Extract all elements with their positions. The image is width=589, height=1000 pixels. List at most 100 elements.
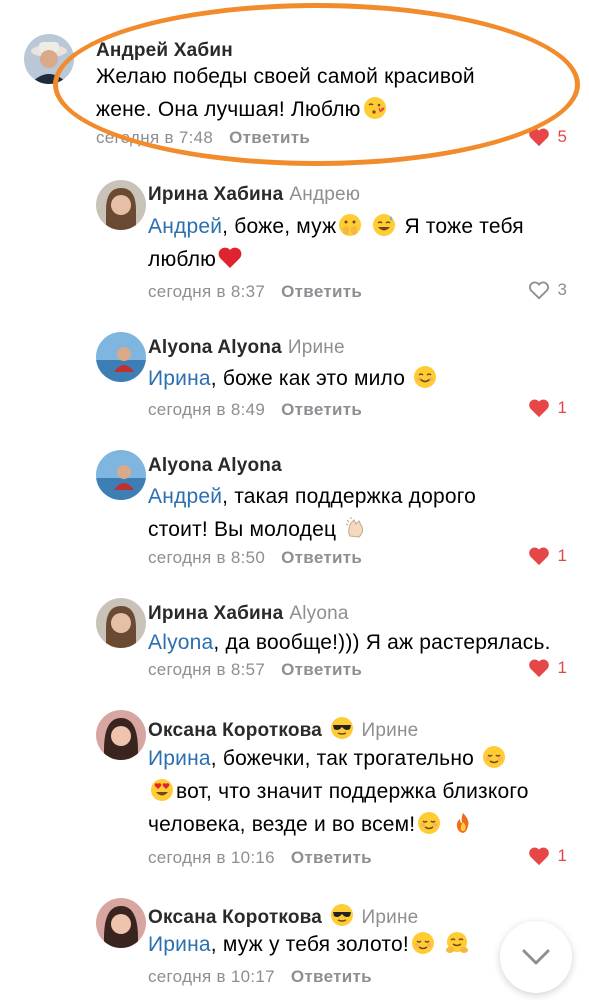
comment-author[interactable]: Андрей Хабин — [96, 40, 233, 62]
sunglasses-emoji-icon — [330, 903, 354, 927]
comment-text-part: вот, что значит поддержка близкого — [176, 780, 529, 803]
like-count: 5 — [557, 127, 567, 146]
comment-text-line: жене. Она лучшая! Люблю — [96, 98, 361, 121]
comment-author: Оксана Короткова Ирине — [148, 903, 418, 929]
avatar[interactable] — [24, 34, 74, 84]
avatar[interactable] — [96, 180, 146, 230]
sweat-smile-emoji-icon — [372, 213, 396, 237]
comment-author: Ирина Хабина Alyona — [148, 603, 349, 625]
comment-text: Ирина, муж у тебя золото! — [148, 928, 508, 961]
comment-time: сегодня в 8:49 — [148, 400, 266, 419]
comment-text: Андрей, такая поддержка дорого стоит! Вы… — [148, 480, 568, 546]
author-name[interactable]: Оксана Короткова — [148, 720, 322, 741]
heart-icon — [528, 547, 549, 566]
comment-time: сегодня в 10:16 — [148, 848, 275, 867]
comment-text-part: , божечки, так трогательно — [210, 747, 474, 770]
comment-meta: сегодня в 8:57 Ответить — [148, 660, 362, 680]
heart-icon — [528, 399, 549, 418]
reply-button[interactable]: Ответить — [281, 548, 362, 567]
mention-link[interactable]: Ирина — [148, 747, 211, 770]
reply-button[interactable]: Ответить — [291, 967, 372, 986]
reply-to[interactable]: Андрею — [289, 184, 360, 205]
comment-meta: сегодня в 10:17 Ответить — [148, 967, 372, 987]
like-count: 3 — [557, 280, 567, 299]
comment-text-part: , муж у тебя золото! — [210, 933, 409, 956]
avatar-alyona — [96, 332, 146, 382]
author-name[interactable]: Ирина Хабина — [148, 603, 283, 624]
author-name[interactable]: Alyona Alyona — [148, 455, 282, 476]
mention-link[interactable]: Андрей — [148, 215, 222, 238]
comment-text: Alyona, да вообще!))) Я аж растерялась. — [148, 626, 578, 659]
fire-emoji-icon — [451, 811, 475, 835]
reply-to[interactable]: Ирине — [288, 337, 345, 358]
reply-button[interactable]: Ответить — [281, 400, 362, 419]
like-button[interactable]: 5 — [528, 127, 567, 147]
mention-link[interactable]: Ирина — [148, 933, 211, 956]
hands-over-mouth-emoji-icon — [338, 213, 362, 237]
comment-text-part: , боже как это мило — [210, 367, 406, 390]
reply-to[interactable]: Ирине — [362, 720, 419, 741]
heart-icon — [528, 659, 549, 678]
mention-link[interactable]: Alyona — [148, 631, 213, 654]
like-button[interactable]: 3 — [528, 280, 567, 300]
avatar-alyona — [96, 450, 146, 500]
reply-to[interactable]: Alyona — [289, 603, 348, 624]
comment-meta: сегодня в 10:16 Ответить — [148, 848, 372, 868]
comment-text-part: люблю — [148, 248, 217, 271]
reply-button[interactable]: Ответить — [229, 128, 310, 147]
like-button[interactable]: 1 — [528, 398, 567, 418]
avatar[interactable] — [96, 710, 146, 760]
comment-meta: сегодня в 7:48 Ответить — [96, 128, 310, 148]
reply-to[interactable]: Ирине — [362, 907, 419, 928]
comment-author: Ирина Хабина Андрею — [148, 184, 360, 206]
kissing-heart-emoji-icon — [363, 96, 387, 120]
mention-link[interactable]: Андрей — [148, 485, 222, 508]
author-name[interactable]: Оксана Короткова — [148, 907, 322, 928]
mention-link[interactable]: Ирина — [148, 367, 211, 390]
reply-button[interactable]: Ответить — [281, 660, 362, 679]
relieved-emoji-icon — [482, 745, 506, 769]
comment-meta: сегодня в 8:50 Ответить — [148, 548, 362, 568]
comment-text: Андрей, боже, муж Я тоже тебя люблю — [148, 210, 568, 276]
avatar-irina — [96, 598, 146, 648]
like-count: 1 — [557, 398, 567, 417]
comment-time: сегодня в 10:17 — [148, 967, 275, 986]
comment-author: Alyona Alyona Ирине — [148, 337, 345, 359]
like-count: 1 — [557, 546, 567, 565]
author-name[interactable]: Alyona Alyona — [148, 337, 282, 358]
heart-eyes-emoji-icon — [150, 778, 174, 802]
heart-outline-icon — [528, 281, 549, 300]
comment-text: Ирина, божечки, так трогательно вот, что… — [148, 742, 578, 841]
avatar-irina — [96, 180, 146, 230]
comment-time: сегодня в 8:37 — [148, 282, 266, 301]
comment-author: Alyona Alyona — [148, 455, 282, 477]
like-count: 1 — [557, 846, 567, 865]
comment-text-part: , такая поддержка дорого — [222, 485, 477, 508]
scroll-down-button[interactable] — [500, 921, 572, 993]
avatar[interactable] — [96, 898, 146, 948]
reply-button[interactable]: Ответить — [291, 848, 372, 867]
avatar[interactable] — [96, 332, 146, 382]
comment-time: сегодня в 8:57 — [148, 660, 266, 679]
avatar[interactable] — [96, 450, 146, 500]
comment-time: сегодня в 8:50 — [148, 548, 266, 567]
heart-icon — [528, 847, 549, 866]
clapping-hands-emoji-icon — [344, 516, 368, 540]
comment-text-part: стоит! Вы молодец — [148, 518, 337, 541]
comment-text-part: человека, везде и во всем! — [148, 813, 416, 836]
comment-text: Ирина, боже как это мило — [148, 362, 568, 395]
author-name[interactable]: Ирина Хабина — [148, 184, 283, 205]
like-button[interactable]: 1 — [528, 546, 567, 566]
avatar[interactable] — [96, 598, 146, 648]
like-button[interactable]: 1 — [528, 846, 567, 866]
heart-icon — [528, 128, 549, 147]
red-heart-emoji-icon — [218, 246, 242, 270]
avatar-andrey — [24, 34, 74, 84]
like-button[interactable]: 1 — [528, 658, 567, 678]
like-count: 1 — [557, 658, 567, 677]
hugging-emoji-icon — [445, 931, 469, 955]
comment-author: Оксана Короткова Ирине — [148, 716, 418, 742]
comment-meta: сегодня в 8:37 Ответить — [148, 282, 362, 302]
comment-text-part: Я тоже тебя — [404, 215, 524, 238]
reply-button[interactable]: Ответить — [281, 282, 362, 301]
